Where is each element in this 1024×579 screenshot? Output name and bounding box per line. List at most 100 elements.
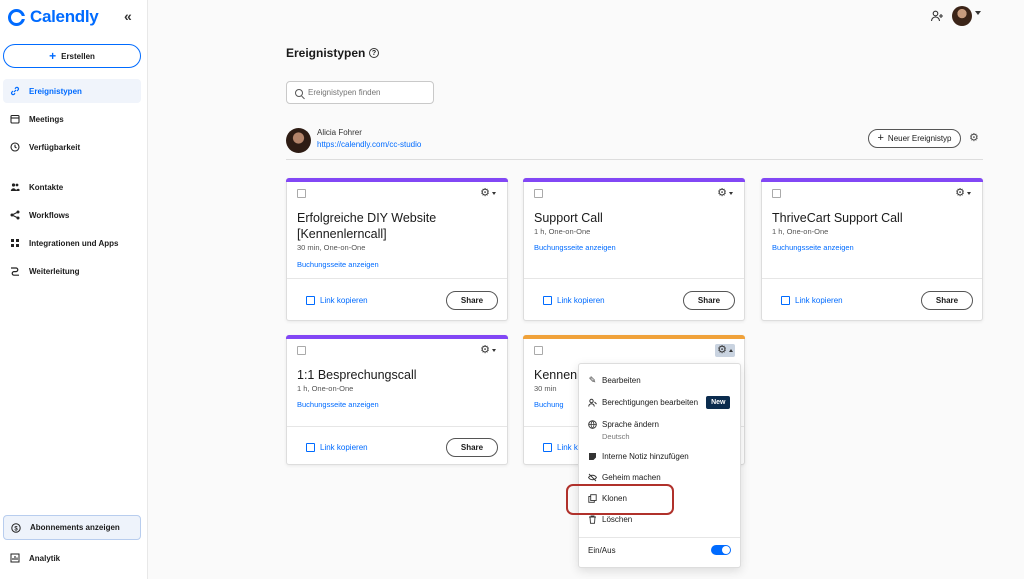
- share-button[interactable]: Share: [921, 291, 973, 310]
- event-card[interactable]: ⚙ Erfolgreiche DIY Website [Kennenlernca…: [286, 178, 508, 321]
- card-checkbox[interactable]: [534, 189, 543, 198]
- new-event-type-label: Neuer Ereignistyp: [887, 134, 952, 143]
- workflow-icon: [10, 210, 20, 220]
- copy-link-label: Link kopieren: [795, 296, 843, 305]
- menu-item-clone[interactable]: Klonen: [588, 494, 627, 503]
- divider: [286, 159, 983, 160]
- card-checkbox[interactable]: [297, 346, 306, 355]
- sidebar-item-analytik[interactable]: Analytik: [3, 546, 141, 570]
- sidebar-item-label: Integrationen und Apps: [29, 238, 119, 248]
- card-checkbox[interactable]: [297, 189, 306, 198]
- plus-icon: +: [877, 132, 884, 144]
- toggle-label: Ein/Aus: [588, 546, 616, 555]
- card-settings-button[interactable]: ⚙: [478, 187, 498, 200]
- card-checkbox[interactable]: [772, 189, 781, 198]
- menu-item-language[interactable]: Sprache ändern: [588, 420, 659, 429]
- share-button[interactable]: Share: [683, 291, 735, 310]
- sidebar-item-integrationen[interactable]: Integrationen und Apps: [3, 231, 141, 255]
- pencil-icon: ✎: [588, 375, 597, 385]
- search-input[interactable]: [308, 88, 418, 97]
- view-booking-page-link[interactable]: Buchung: [534, 400, 564, 409]
- create-button[interactable]: + Erstellen: [3, 44, 141, 68]
- menu-item-edit[interactable]: ✎ Bearbeiten: [588, 375, 641, 386]
- gear-icon: ⚙: [480, 187, 490, 199]
- user-name: Alicia Fohrer: [317, 128, 362, 137]
- view-booking-page-link[interactable]: Buchungsseite anzeigen: [772, 243, 854, 252]
- note-icon: [589, 453, 596, 460]
- copy-link-label: Link k: [557, 443, 578, 452]
- share-button[interactable]: Share: [446, 438, 498, 457]
- event-card[interactable]: ⚙ 1:1 Besprechungscall 1 h, One-on-One B…: [286, 335, 508, 465]
- card-color-bar: [523, 178, 745, 182]
- copy-link-button[interactable]: Link kopieren: [541, 296, 605, 308]
- view-booking-page-link[interactable]: Buchungsseite anzeigen: [297, 400, 379, 409]
- view-booking-page-link[interactable]: Buchungsseite anzeigen: [297, 260, 379, 269]
- card-color-bar: [286, 335, 508, 339]
- copy-icon: [541, 296, 552, 308]
- sidebar-item-label: Weiterleitung: [29, 266, 80, 276]
- sidebar-item-meetings[interactable]: Meetings: [3, 107, 141, 131]
- sidebar-item-workflows[interactable]: Workflows: [3, 203, 141, 227]
- menu-item-internal-note[interactable]: Interne Notiz hinzufügen: [588, 452, 689, 461]
- card-settings-button[interactable]: ⚙: [478, 344, 498, 357]
- menu-item-label: Klonen: [602, 494, 627, 503]
- card-divider: [762, 278, 982, 279]
- on-off-toggle[interactable]: [711, 545, 731, 555]
- sidebar-item-label: Ereignistypen: [29, 86, 82, 96]
- calendly-logo[interactable]: Calendly: [8, 7, 99, 27]
- view-booking-page-link[interactable]: Buchungsseite anzeigen: [534, 243, 616, 252]
- search-field[interactable]: [286, 81, 434, 104]
- logo-text: Calendly: [30, 7, 99, 26]
- sidebar-item-ereignistypen[interactable]: Ereignistypen: [3, 79, 141, 103]
- menu-item-make-secret[interactable]: Geheim machen: [588, 473, 661, 482]
- sidebar-item-label: Analytik: [29, 553, 61, 563]
- chevron-down-icon: [492, 349, 496, 352]
- dollar-icon: $: [11, 522, 21, 533]
- gear-icon[interactable]: ⚙: [969, 133, 979, 144]
- sidebar-item-label: Meetings: [29, 114, 64, 124]
- card-color-bar: [286, 178, 508, 182]
- copy-link-button[interactable]: Link kopieren: [779, 296, 843, 308]
- menu-item-delete[interactable]: Löschen: [588, 515, 632, 524]
- copy-link-button[interactable]: Link kopieren: [304, 296, 368, 308]
- share-button[interactable]: Share: [446, 291, 498, 310]
- menu-item-permissions[interactable]: Berechtigungen bearbeiten New: [588, 396, 731, 409]
- chevron-down-icon: [967, 192, 971, 195]
- double-chevron-left-icon[interactable]: «: [124, 8, 132, 24]
- menu-divider: [579, 537, 740, 538]
- help-icon[interactable]: ?: [369, 48, 379, 58]
- card-settings-menu: ✎ Bearbeiten Berechtigungen bearbeiten N…: [578, 363, 741, 568]
- sidebar: Calendly « + Erstellen Ereignistypen Mee…: [0, 0, 148, 579]
- chevron-up-icon: [729, 349, 733, 352]
- event-card[interactable]: ⚙ Support Call 1 h, One-on-One Buchungss…: [523, 178, 745, 321]
- copy-icon: [304, 296, 315, 308]
- add-user-icon[interactable]: [930, 9, 944, 23]
- gear-icon: ⚙: [480, 344, 490, 356]
- user-scheduling-link[interactable]: https://calendly.com/cc-studio: [317, 140, 421, 149]
- event-card[interactable]: ⚙ ThriveCart Support Call 1 h, One-on-On…: [761, 178, 983, 321]
- new-event-type-button[interactable]: + Neuer Ereignistyp: [868, 129, 961, 148]
- sidebar-item-weiterleitung[interactable]: Weiterleitung: [3, 259, 141, 283]
- card-settings-button[interactable]: ⚙: [953, 187, 973, 200]
- sidebar-item-abonnements[interactable]: $ Abonnements anzeigen: [3, 515, 141, 540]
- sidebar-item-kontakte[interactable]: Kontakte: [3, 175, 141, 199]
- card-checkbox[interactable]: [534, 346, 543, 355]
- sidebar-item-label: Abonnements anzeigen: [30, 523, 120, 532]
- copy-link-button[interactable]: Link kopieren: [304, 443, 368, 455]
- clone-icon: [588, 494, 597, 503]
- copy-link-label: Link kopieren: [320, 296, 368, 305]
- sidebar-item-verfugbarkeit[interactable]: Verfügbarkeit: [3, 135, 141, 159]
- chevron-down-icon[interactable]: [975, 11, 981, 15]
- clock-icon: [10, 142, 20, 152]
- contacts-icon: [10, 183, 20, 191]
- menu-item-label: Bearbeiten: [602, 376, 641, 385]
- card-settings-button[interactable]: ⚙: [715, 344, 735, 357]
- menu-item-label: Sprache ändern: [602, 420, 659, 429]
- gear-icon: ⚙: [717, 187, 727, 199]
- event-meta: 1 h, One-on-One: [297, 384, 354, 393]
- trash-icon: [589, 515, 596, 524]
- avatar[interactable]: [952, 6, 972, 26]
- copy-link-button[interactable]: Link k: [541, 443, 578, 455]
- card-settings-button[interactable]: ⚙: [715, 187, 735, 200]
- copy-link-label: Link kopieren: [320, 443, 368, 452]
